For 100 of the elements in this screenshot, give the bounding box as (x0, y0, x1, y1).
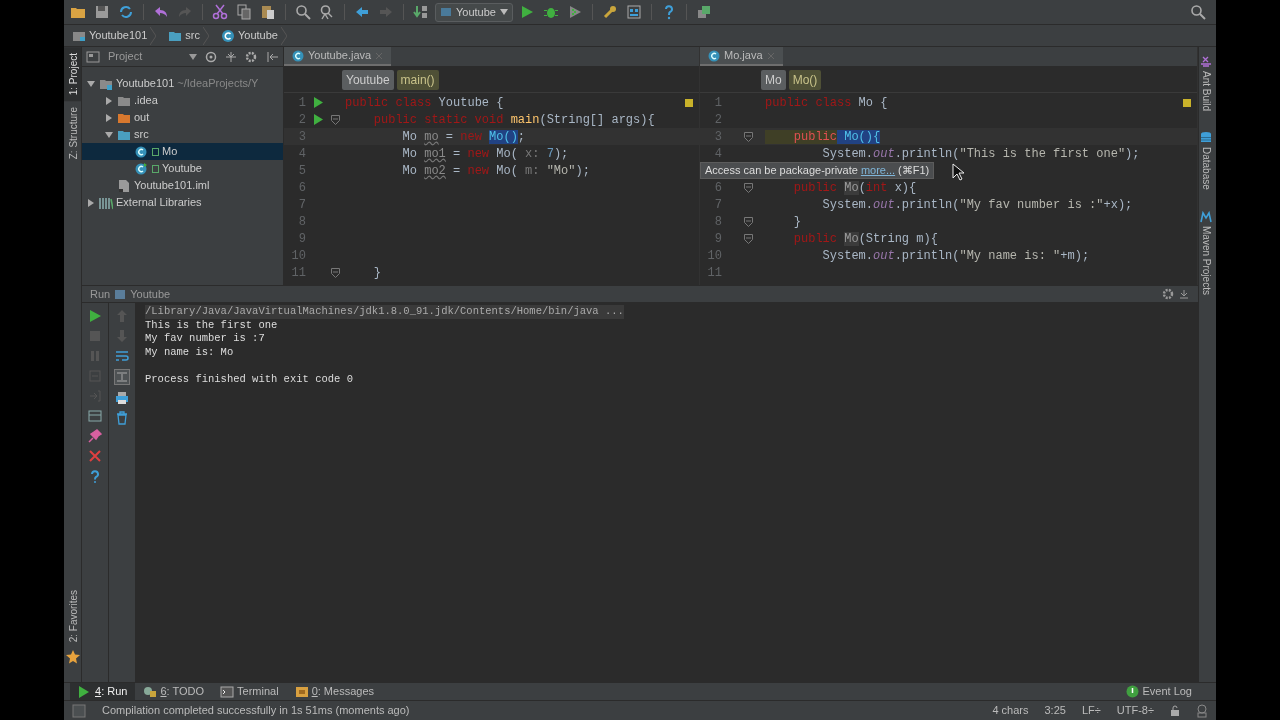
more-link[interactable]: more... (860, 163, 896, 178)
tool-window-tab[interactable]: Ant Build (1199, 69, 1216, 118)
expanded-arrow-icon[interactable] (86, 78, 96, 89)
tree-row[interactable]: Youtube101 ~/IdeaProjects/Y (82, 75, 283, 92)
hide-icon[interactable] (267, 50, 279, 63)
run-gutter-icon[interactable] (314, 114, 323, 125)
collapsed-arrow-icon[interactable] (104, 112, 114, 123)
copy-icon[interactable] (234, 2, 254, 22)
target-icon[interactable] (205, 50, 217, 63)
path-hint: ~/IdeaProjects/Y (177, 76, 259, 92)
tree-row[interactable]: Youtube (82, 160, 283, 177)
print-icon[interactable] (115, 391, 129, 405)
layout-icon[interactable] (88, 409, 102, 423)
fold-icon[interactable] (744, 233, 753, 244)
gear-icon[interactable] (245, 50, 259, 63)
event-icon (1126, 685, 1140, 698)
tooltip-text: Access can be package-private (705, 163, 858, 178)
tree-row[interactable]: .idea (82, 92, 283, 109)
tree-row[interactable]: out (82, 109, 283, 126)
breadcrumb-item[interactable]: src (185, 27, 200, 44)
help-icon[interactable] (88, 469, 102, 483)
search-icon[interactable] (293, 2, 313, 22)
tool-window-tab[interactable]: 6: TODO (135, 682, 213, 701)
tool-window-tab[interactable]: 1: Project (64, 47, 81, 102)
caret-icon[interactable] (189, 53, 197, 60)
tree-item-label: Youtube101.iml (134, 178, 210, 194)
trash-icon[interactable] (115, 411, 129, 425)
breadcrumb-chip[interactable]: main() (396, 69, 439, 90)
pin-icon[interactable] (88, 429, 102, 443)
run-config-dropdown[interactable]: Youtube (435, 2, 513, 22)
breadcrumb-chip[interactable]: Mo() (788, 69, 822, 90)
editor-tab[interactable]: Youtube.java (284, 47, 392, 66)
tool-window-tab[interactable]: Database (1199, 145, 1216, 196)
status-item[interactable]: LF÷ (1081, 702, 1101, 719)
close-icon[interactable] (88, 449, 102, 463)
hide-icon[interactable] (1178, 288, 1190, 300)
tree-item-label: Youtube101 (116, 76, 175, 92)
line-number: 11 (290, 264, 306, 282)
tree-item-label: out (134, 110, 150, 126)
code-line: Mo mo = new Mo(); (401, 128, 526, 146)
tool-window-tab[interactable]: Terminal (212, 682, 287, 701)
breadcrumb-chip[interactable]: Mo (761, 69, 786, 90)
tool-window-tab[interactable]: Maven Projects (1199, 223, 1216, 301)
status-item[interactable]: 3:25 (1044, 702, 1066, 719)
run-gutter-icon[interactable] (314, 97, 323, 108)
tree-row[interactable]: Mo (82, 143, 283, 160)
star-icon[interactable] (64, 648, 82, 664)
rerun-icon[interactable] (88, 309, 102, 323)
run-tab[interactable]: Youtube (130, 285, 171, 303)
tree-row[interactable]: src (82, 126, 283, 143)
class-icon (292, 49, 304, 62)
collapsed-arrow-icon[interactable] (104, 95, 114, 106)
line-number: 10 (706, 247, 722, 265)
search-icon[interactable] (1188, 2, 1208, 22)
tool-window-tab[interactable]: 2: Favorites (64, 583, 81, 648)
line-number: 4 (713, 145, 722, 163)
line-number: 1 (297, 94, 306, 112)
warning-marker[interactable] (685, 99, 693, 107)
console-output: My fav number is :7 (145, 332, 265, 344)
editor-tab[interactable]: Mo.java (700, 47, 783, 66)
status-message: Compilation completed successfully in 1s 51ms (moments ago) (102, 703, 410, 719)
project-structure-icon[interactable] (624, 2, 644, 22)
fold-icon[interactable] (744, 216, 753, 227)
inspector-icon[interactable] (1196, 703, 1208, 718)
line-number: 6 (297, 179, 306, 197)
line-number: 5 (297, 162, 306, 180)
fold-icon[interactable] (331, 267, 340, 278)
code-line: public Mo(int x){ (792, 179, 917, 197)
tree-item-label: Mo (162, 144, 178, 160)
tree-item-label: .idea (134, 93, 158, 109)
breadcrumb-item[interactable]: Youtube101 (89, 27, 148, 44)
tool-window-tab[interactable]: 0: Messages (286, 682, 382, 701)
console-output: This is the first one (145, 318, 278, 331)
cut-icon[interactable] (210, 2, 230, 22)
run-config-icon (114, 288, 127, 300)
lock-icon[interactable] (1170, 704, 1180, 717)
fold-icon[interactable] (744, 182, 753, 193)
expanded-arrow-icon[interactable] (104, 129, 114, 140)
code-line: Mo mo2 = new Mo( m: "Mo"); (401, 162, 590, 180)
status-item[interactable]: 4 chars (992, 702, 1029, 719)
tool-window-tab[interactable]: Z: Structure (64, 101, 81, 166)
soft-wrap-icon[interactable] (115, 349, 129, 363)
class-icon (221, 28, 235, 43)
event-log-tab[interactable]: Event Log (1118, 682, 1200, 701)
breadcrumb-chip[interactable]: Youtube (342, 69, 394, 90)
scroll-to-end-icon[interactable] (114, 369, 130, 385)
line-number: 1 (713, 94, 722, 112)
status-item[interactable]: UTF-8÷ (1116, 702, 1154, 719)
tree-row[interactable]: External Libraries (82, 194, 283, 211)
fold-icon[interactable] (744, 131, 753, 142)
breadcrumb-item[interactable]: Youtube (238, 27, 278, 44)
fold-icon[interactable] (331, 114, 340, 125)
project-view-title[interactable]: Project (108, 48, 143, 65)
warning-marker[interactable] (1183, 99, 1191, 107)
tool-windows-toggle-icon[interactable] (72, 703, 86, 718)
collapse-icon[interactable] (225, 50, 237, 63)
tool-window-tab[interactable]: 4: Run (70, 682, 136, 701)
collapsed-arrow-icon[interactable] (86, 197, 96, 208)
tree-row[interactable]: Youtube101.iml (82, 177, 283, 194)
gear-icon[interactable] (1162, 288, 1174, 300)
